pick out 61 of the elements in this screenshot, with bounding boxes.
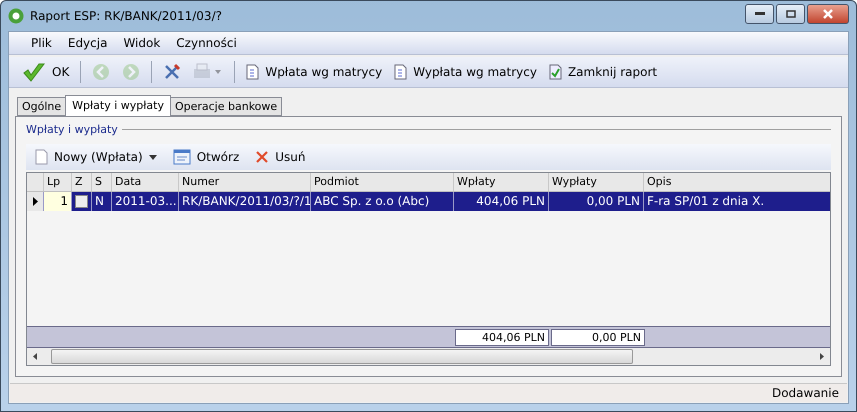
toolbar-button[interactable]: Wpłata wg matrycy [243,64,386,80]
document-icon [246,64,260,80]
column-header[interactable]: Data [111,173,178,191]
row-indicator-icon [32,197,38,206]
column-header[interactable]: Numer [178,173,310,191]
app-icon [8,8,24,24]
table-row[interactable]: 1 N 2011-03... RK/BANK/2011/03/?/1 ABC Sp. z o.o (Abc) 404,06 PLN 0,00 PLN F-ra SP/01 z dnia X. [27,192,830,211]
grid-toolbar-button[interactable]: Usuń [252,150,309,164]
table-cell: ABC Sp. z o.o (Abc) [310,192,453,211]
grid-toolbar-button[interactable]: Nowy (Wpłata) [32,149,160,165]
tab[interactable]: Wpłaty i wypłaty [65,95,171,116]
table-cell: 404,06 PLN [453,192,548,211]
column-header[interactable]: Podmiot [310,173,453,191]
status-text: Dodawanie [772,386,839,400]
forward-icon [122,63,140,81]
minimize-button[interactable] [745,4,774,24]
horizontal-scrollbar[interactable] [27,348,830,365]
column-header[interactable]: Lp [43,173,71,191]
minimize-icon [754,12,764,16]
back-icon [92,63,110,81]
document-icon [394,64,408,80]
table-cell: N [91,192,111,211]
table-cell: 2011-03... [111,192,178,211]
scroll-left-icon[interactable] [33,353,37,360]
delete-icon [255,150,270,164]
column-header[interactable]: Wpłaty [453,173,548,191]
column-header[interactable]: Z [71,173,91,191]
column-header[interactable]: Wypłaty [548,173,643,191]
form-icon [172,149,191,165]
close-icon [822,9,834,19]
total-field: 404,06 PLN [455,328,549,346]
checked-document-icon [548,64,562,80]
maximize-icon [786,10,796,18]
total-field: 0,00 PLN [551,328,645,346]
table-cell: RK/BANK/2011/03/?/1 [178,192,310,211]
table-cell: 1 [43,192,71,211]
toolbar-button[interactable]: Wypłata wg matrycy [391,64,540,80]
table-cell: 0,00 PLN [548,192,643,211]
maximize-button[interactable] [776,4,805,24]
checkbox[interactable] [75,195,88,208]
column-header[interactable]: Opis [643,173,826,191]
toolbar-button[interactable]: Zamknij raport [546,64,660,80]
scroll-right-icon[interactable] [820,353,824,360]
table-cell: F-ra SP/01 z dnia X. [643,192,826,211]
new-document-icon [35,149,48,165]
menu-item[interactable]: Widok [117,36,166,50]
close-button[interactable] [807,4,849,24]
tab[interactable]: Ogólne [17,97,66,116]
tab[interactable]: Operacje bankowe [170,97,282,116]
menu-item[interactable]: Edycja [62,36,114,50]
menu-item[interactable]: Czynności [170,36,243,50]
group-title: Wpłaty i wypłaty [26,123,118,136]
menu-item[interactable]: Plik [25,36,58,50]
caret-icon [148,154,157,160]
checkmark-icon [22,61,46,83]
grid-toolbar-button[interactable]: Otwórz [170,149,242,165]
column-header[interactable]: S [91,173,111,191]
window-title: Raport ESP: RK/BANK/2011/03/? [30,9,223,23]
printer-icon [193,63,224,81]
tools-icon [163,63,182,81]
toolbar-button[interactable]: OK [19,61,72,83]
